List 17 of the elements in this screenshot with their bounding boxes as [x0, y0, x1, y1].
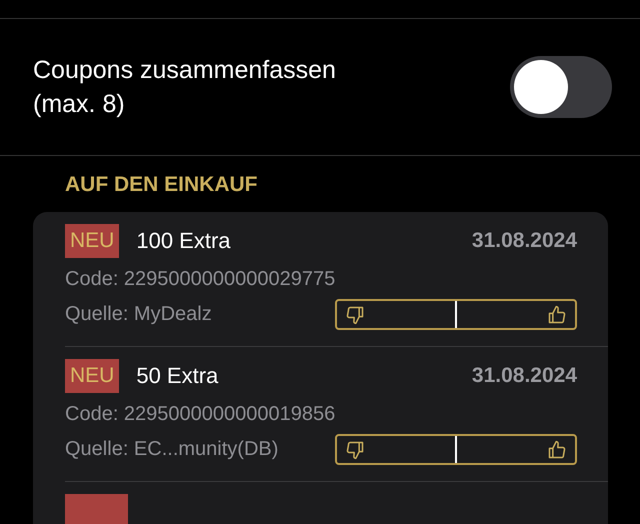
coupon-date: 31.08.2024	[472, 229, 577, 253]
new-badge: NEU	[65, 359, 120, 393]
coupon-title: 50 Extra	[136, 363, 218, 389]
thumbs-up-icon	[547, 440, 567, 460]
new-badge	[65, 494, 128, 524]
coupon-title: 100 Extra	[136, 228, 231, 254]
thumbs-down-icon	[345, 304, 365, 324]
section-header: AUF DEN EINKAUF	[64, 172, 258, 198]
new-badge: NEU	[65, 224, 120, 258]
setting-label: Coupons zusammenfassen (max. 8)	[33, 55, 336, 120]
thumbs-up-icon	[547, 304, 567, 324]
coupon-source: Quelle: EC...munity(DB)	[65, 438, 278, 461]
thumbs-down-icon	[345, 440, 365, 460]
coupon-date: 31.08.2024	[472, 364, 577, 388]
coupon-source: Quelle: MyDealz	[65, 303, 212, 326]
coupon-code: Code: 2295000000000029775	[65, 268, 336, 291]
coupon-code: Code: 2295000000000019856	[65, 403, 336, 426]
